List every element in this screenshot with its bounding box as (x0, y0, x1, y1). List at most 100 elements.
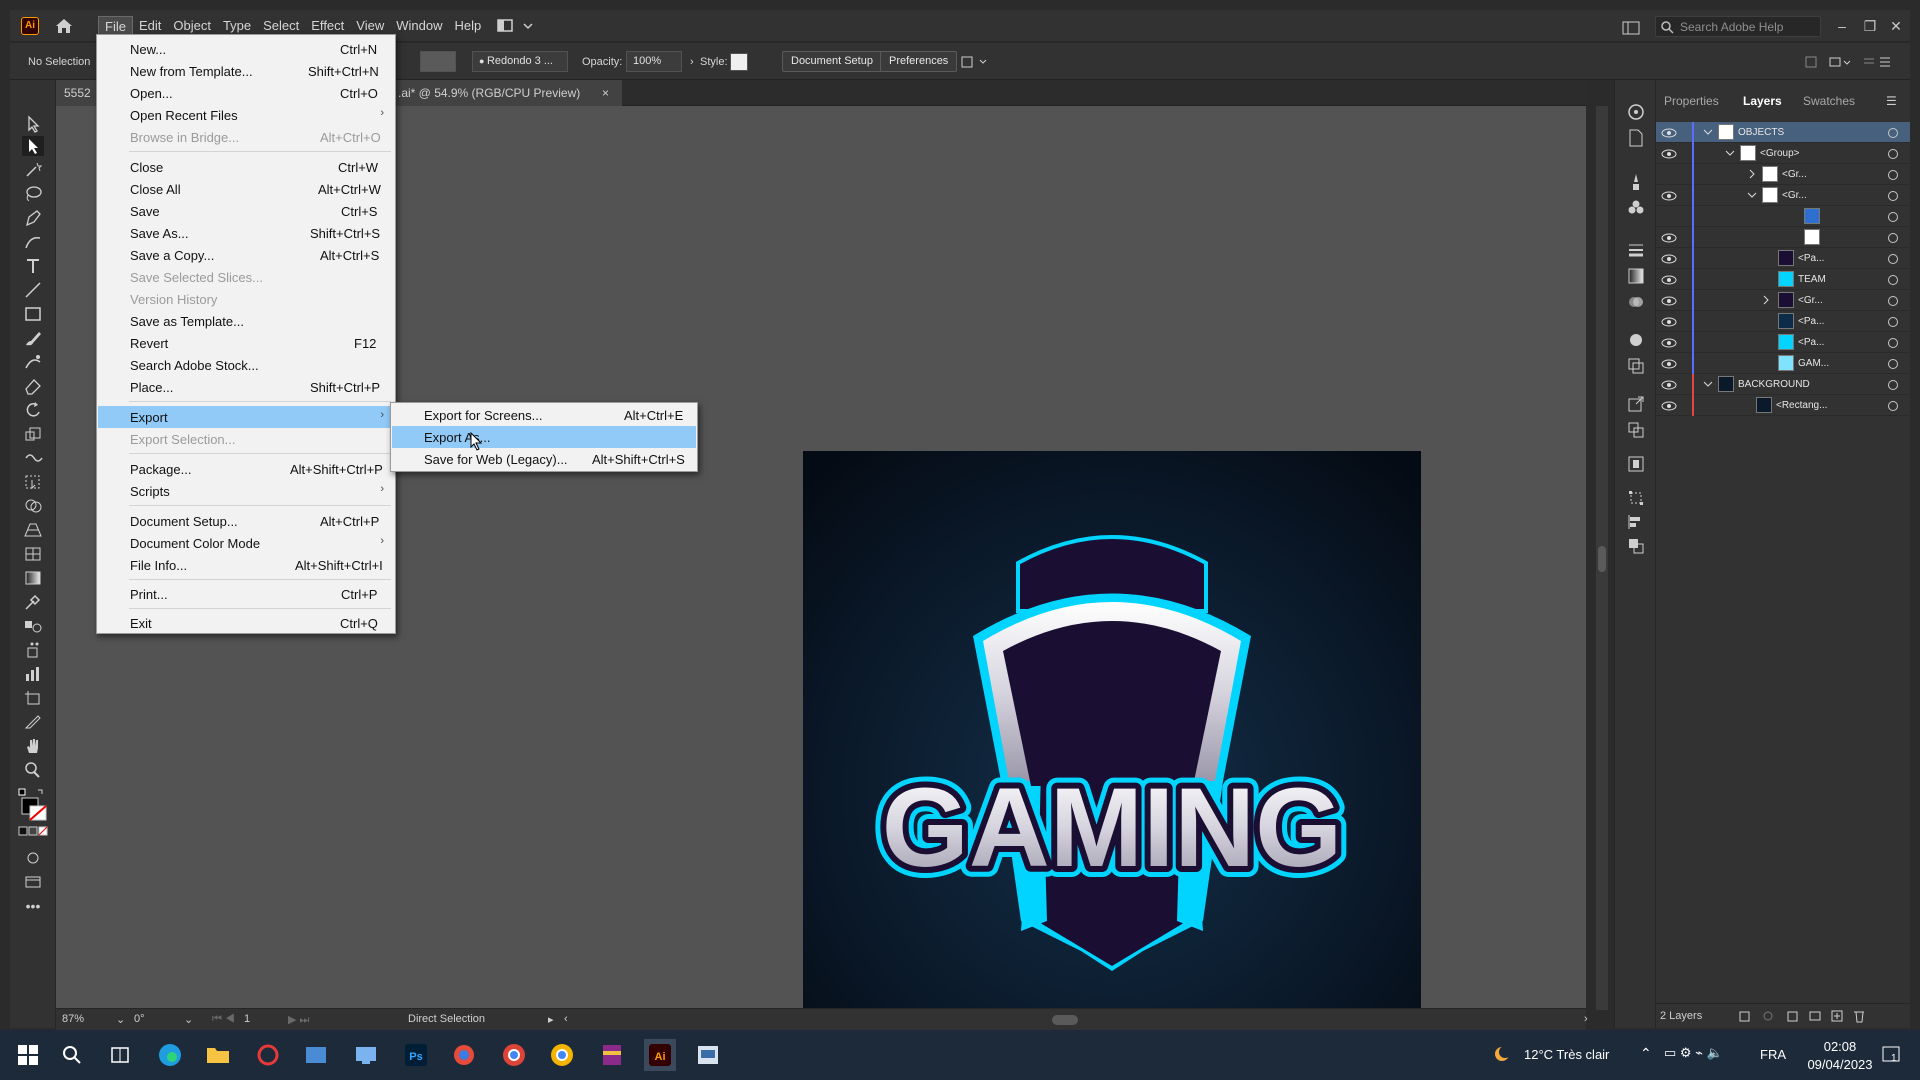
task-view-icon[interactable] (104, 1039, 136, 1071)
target-circle-icon[interactable] (1888, 401, 1898, 411)
blend-tool-icon[interactable] (22, 616, 44, 636)
menu-type[interactable]: Type (217, 16, 257, 36)
lasso-tool-icon[interactable] (22, 184, 44, 204)
visibility-eye-icon[interactable] (1661, 128, 1677, 138)
chevron-down-icon[interactable]: ⌄ (184, 1013, 193, 1026)
document-icon[interactable] (1626, 128, 1646, 148)
menu-item-export[interactable]: Export › (98, 406, 394, 428)
target-circle-icon[interactable] (1888, 275, 1898, 285)
eraser-tool-icon[interactable] (22, 376, 44, 396)
color-guide-icon[interactable] (1626, 102, 1646, 122)
chevron-down-icon[interactable] (1702, 378, 1714, 390)
appearance-icon[interactable] (1626, 330, 1646, 350)
magic-wand-tool-icon[interactable] (22, 160, 44, 180)
menu-select[interactable]: Select (257, 16, 305, 36)
next-artboard-icon[interactable]: ▶ ⏭ (288, 1013, 309, 1027)
brush-definition-dropdown[interactable]: ● Redondo 3 ... (472, 51, 568, 72)
search-icon[interactable] (56, 1039, 88, 1071)
drawing-mode-icon[interactable] (22, 848, 44, 868)
scroll-right-icon[interactable]: › (1584, 1013, 1588, 1025)
preferences-button[interactable]: Preferences (880, 51, 958, 72)
gaming-logo-artwork[interactable]: GAMING GAMING GAMING (803, 451, 1421, 1069)
rectangle-tool-icon[interactable] (22, 304, 44, 324)
menu-item-search-stock[interactable]: Search Adobe Stock... (98, 354, 394, 376)
brushes-icon[interactable] (1626, 172, 1646, 192)
chevron-right-icon[interactable]: › (690, 56, 694, 68)
target-circle-icon[interactable] (1888, 149, 1898, 159)
graphic-styles-icon[interactable] (1626, 356, 1646, 376)
edge-browser-icon[interactable] (154, 1039, 186, 1071)
target-circle-icon[interactable] (1888, 380, 1898, 390)
menu-item-new-from-template[interactable]: New from Template... Shift+Ctrl+N (98, 60, 394, 82)
menu-item-print[interactable]: Print... Ctrl+P (98, 583, 394, 605)
target-circle-icon[interactable] (1888, 128, 1898, 138)
screen-mode-icon[interactable] (22, 872, 44, 892)
clock-time[interactable]: 02:08 (1810, 1039, 1870, 1054)
menu-item-file-info[interactable]: File Info... Alt+Shift+Ctrl+I (98, 554, 394, 576)
chevron-down-icon[interactable] (1702, 126, 1714, 138)
layer-row[interactable]: <Pa... (1656, 332, 1910, 353)
scroll-left-icon[interactable]: ‹ (564, 1013, 568, 1025)
first-artboard-icon[interactable]: ⏮ ◀ (212, 1013, 235, 1026)
align-icon[interactable] (1626, 512, 1646, 532)
menu-file[interactable]: File (98, 16, 133, 36)
menu-item-save-copy[interactable]: Save a Copy... Alt+Ctrl+S (98, 244, 394, 266)
winrar-icon[interactable] (596, 1039, 628, 1071)
home-icon[interactable] (53, 16, 75, 36)
menu-item-exit[interactable]: Exit Ctrl+Q (98, 612, 394, 634)
menu-item-export-for-screens[interactable]: Export for Screens... Alt+Ctrl+E (392, 404, 696, 426)
paintbrush-tool-icon[interactable] (22, 328, 44, 348)
menu-item-color-mode[interactable]: Document Color Mode › (98, 532, 394, 554)
layer-row[interactable]: <Pa... (1656, 248, 1910, 269)
target-circle-icon[interactable] (1888, 254, 1898, 264)
panel-menu-icon[interactable]: ☰ (1886, 94, 1897, 108)
visibility-eye-icon[interactable] (1661, 233, 1677, 243)
transform-icon[interactable] (1626, 488, 1646, 508)
menu-item-scripts[interactable]: Scripts › (98, 480, 394, 502)
menu-help[interactable]: Help (448, 16, 487, 36)
menu-item-new[interactable]: New... Ctrl+N (98, 38, 394, 60)
mesh-tool-icon[interactable] (22, 544, 44, 564)
tray-icons[interactable]: ▭ ⚙ ⌁ 🔈 (1664, 1045, 1723, 1061)
language-indicator[interactable]: FRA (1760, 1047, 1786, 1062)
menu-item-export-as[interactable]: Export As... (392, 426, 696, 448)
artboards-icon[interactable] (1626, 420, 1646, 440)
menu-edit[interactable]: Edit (133, 16, 167, 36)
minimize-icon[interactable]: – (1830, 19, 1854, 35)
selection-tool-icon[interactable] (22, 114, 44, 134)
visibility-eye-icon[interactable] (1661, 317, 1677, 327)
artboard-tool-icon[interactable] (22, 688, 44, 708)
transparency-icon[interactable] (1626, 292, 1646, 312)
visibility-eye-icon[interactable] (1661, 359, 1677, 369)
symbol-sprayer-tool-icon[interactable] (22, 640, 44, 660)
target-circle-icon[interactable] (1888, 170, 1898, 180)
menu-item-revert[interactable]: Revert F12 (98, 332, 394, 354)
visibility-eye-icon[interactable] (1661, 338, 1677, 348)
menu-item-save-as[interactable]: Save As... Shift+Ctrl+S (98, 222, 394, 244)
menu-item-open-recent[interactable]: Open Recent Files › (98, 104, 394, 126)
menu-item-save[interactable]: Save Ctrl+S (98, 200, 394, 222)
fill-stroke-swatches[interactable] (18, 788, 48, 822)
chrome-icon[interactable] (498, 1039, 530, 1071)
menu-item-document-setup[interactable]: Document Setup... Alt+Ctrl+P (98, 510, 394, 532)
visibility-eye-icon[interactable] (1661, 380, 1677, 390)
chevron-down-icon[interactable]: ⌄ (116, 1013, 125, 1026)
menu-effect[interactable]: Effect (305, 16, 350, 36)
chevron-right-icon[interactable] (1760, 294, 1772, 306)
illustrator-taskbar-icon[interactable]: Ai (644, 1039, 676, 1071)
layer-row[interactable]: <Group> (1656, 143, 1910, 164)
help-search-input[interactable]: Search Adobe Help (1655, 16, 1821, 37)
perspective-grid-tool-icon[interactable] (22, 520, 44, 540)
windows-start-icon[interactable] (12, 1039, 44, 1071)
menu-item-save-for-web[interactable]: Save for Web (Legacy)... Alt+Shift+Ctrl+S (392, 448, 696, 470)
current-tool-status[interactable]: Direct Selection (408, 1013, 485, 1025)
more-tools-icon[interactable]: ••• (22, 898, 44, 918)
tab-properties[interactable]: Properties (1664, 94, 1719, 108)
scale-tool-icon[interactable] (22, 424, 44, 444)
menu-item-close[interactable]: Close Ctrl+W (98, 156, 394, 178)
visibility-eye-icon[interactable] (1661, 401, 1677, 411)
style-swatch[interactable] (730, 53, 748, 71)
warp-tool-icon[interactable] (22, 448, 44, 468)
app-icon-2[interactable] (300, 1039, 332, 1071)
menu-view[interactable]: View (350, 16, 390, 36)
